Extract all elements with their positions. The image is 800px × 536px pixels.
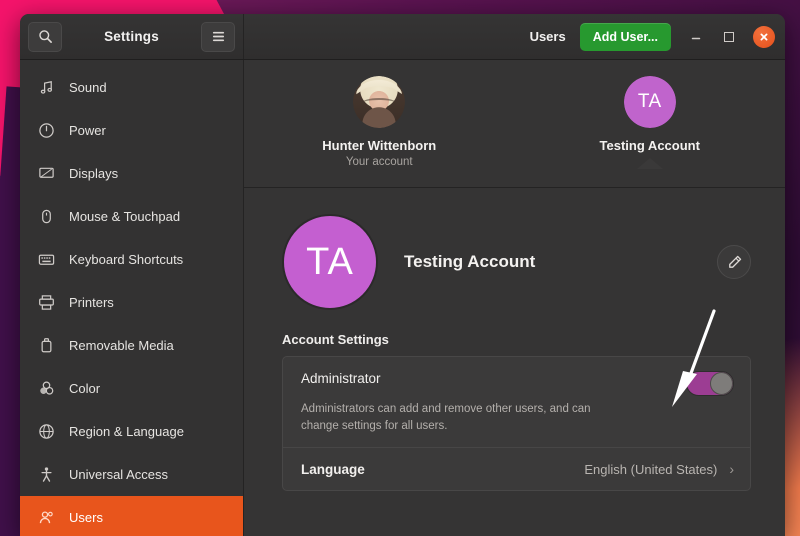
sidebar-item-label: Removable Media: [69, 338, 174, 353]
sidebar-item-label: Sound: [69, 80, 107, 95]
maximize-icon: [724, 31, 734, 42]
sidebar-item-label: Universal Access: [69, 467, 168, 482]
user-card-name: Hunter Wittenborn: [322, 138, 437, 153]
sidebar-item-label: Users: [69, 510, 103, 525]
sidebar-item-label: Displays: [69, 166, 119, 181]
user-card-testing-account[interactable]: TA Testing Account: [565, 76, 735, 169]
minimize-icon: [691, 37, 701, 39]
chevron-right-icon: ›: [729, 461, 734, 478]
account-detail-pane: TA Testing Account Account Settings Admi…: [244, 188, 785, 536]
administrator-label: Administrator: [301, 371, 381, 386]
printer-icon: [36, 293, 56, 313]
language-label: Language: [301, 461, 365, 477]
music-note-icon: [36, 78, 56, 98]
user-photo-avatar: [353, 76, 406, 128]
window-body: Sound Power Displays Mouse & Touchpad Ke…: [20, 60, 785, 536]
mouse-icon: [36, 207, 56, 227]
user-initials-avatar: TA: [623, 76, 676, 128]
sidebar-item-region-language[interactable]: Region & Language: [20, 410, 243, 453]
administrator-description: Administrators can add and remove other …: [301, 403, 591, 432]
sidebar-item-keyboard-shortcuts[interactable]: Keyboard Shortcuts: [20, 238, 243, 281]
maximize-button[interactable]: [720, 28, 738, 46]
pencil-edit-icon: [728, 255, 741, 268]
edit-account-button[interactable]: [717, 245, 751, 279]
language-row[interactable]: Language English (United States) ›: [283, 448, 750, 490]
sidebar-item-label: Region & Language: [69, 424, 184, 439]
window-title: Settings: [104, 29, 159, 44]
selected-user-caret: [636, 158, 663, 169]
account-header: TA Testing Account: [244, 214, 785, 310]
sidebar-item-power[interactable]: Power: [20, 109, 243, 152]
sidebar-item-sound[interactable]: Sound: [20, 66, 243, 109]
removable-media-icon: [36, 336, 56, 356]
add-user-button[interactable]: Add User...: [579, 22, 671, 51]
sidebar-item-color[interactable]: Color: [20, 367, 243, 410]
sidebar-item-label: Power: [69, 123, 106, 138]
user-carousel: Hunter Wittenborn Your account TA Testin…: [244, 60, 785, 188]
header-right-pane: Users Add User...: [244, 14, 785, 59]
accessibility-icon: [36, 465, 56, 485]
content-area: Hunter Wittenborn Your account TA Testin…: [244, 60, 785, 536]
settings-window: Settings Users Add User... Sound Power D…: [20, 14, 785, 536]
minimize-button[interactable]: [687, 28, 705, 46]
search-button[interactable]: [28, 21, 62, 52]
sidebar-item-label: Mouse & Touchpad: [69, 209, 181, 224]
close-button[interactable]: [753, 25, 775, 48]
sidebar-item-removable-media[interactable]: Removable Media: [20, 324, 243, 367]
header-bar: Settings Users Add User...: [20, 14, 785, 60]
monitor-icon: [36, 164, 56, 184]
administrator-row-top: Administrator: [301, 371, 734, 396]
avatar: TA: [623, 76, 676, 128]
search-icon: [38, 30, 52, 43]
sidebar-item-label: Color: [69, 381, 101, 396]
page-title: Users: [529, 29, 566, 44]
main-menu-button[interactable]: [201, 21, 235, 52]
avatar: [353, 76, 406, 128]
window-controls: [687, 25, 775, 48]
sidebar: Sound Power Displays Mouse & Touchpad Ke…: [20, 60, 244, 536]
section-title: Account Settings: [282, 332, 389, 347]
close-icon: [760, 33, 768, 40]
hamburger-menu-icon: [212, 31, 224, 42]
account-avatar[interactable]: TA: [282, 214, 378, 310]
color-circles-icon: [36, 379, 56, 399]
users-icon: [36, 508, 56, 528]
globe-icon: [36, 422, 56, 442]
sidebar-item-universal-access[interactable]: Universal Access: [20, 453, 243, 496]
user-card-hunter-wittenborn[interactable]: Hunter Wittenborn Your account: [294, 76, 464, 168]
sidebar-item-users[interactable]: Users: [20, 496, 243, 536]
power-icon: [36, 121, 56, 141]
user-card-name: Testing Account: [599, 138, 700, 153]
toggle-knob: [710, 372, 733, 395]
header-left-pane: Settings: [20, 14, 244, 59]
account-name: Testing Account: [404, 252, 536, 271]
administrator-row: Administrator Administrators can add and…: [283, 357, 750, 447]
sidebar-item-label: Printers: [69, 295, 114, 310]
user-card-subtitle: Your account: [345, 156, 413, 168]
sidebar-item-label: Keyboard Shortcuts: [69, 252, 184, 267]
sidebar-item-displays[interactable]: Displays: [20, 152, 243, 195]
sidebar-item-mouse-touchpad[interactable]: Mouse & Touchpad: [20, 195, 243, 238]
language-value: English (United States): [584, 461, 718, 477]
account-settings-card: Administrator Administrators can add and…: [282, 356, 751, 492]
keyboard-icon: [36, 250, 56, 270]
administrator-toggle[interactable]: [686, 371, 734, 396]
sidebar-item-printers[interactable]: Printers: [20, 281, 243, 324]
